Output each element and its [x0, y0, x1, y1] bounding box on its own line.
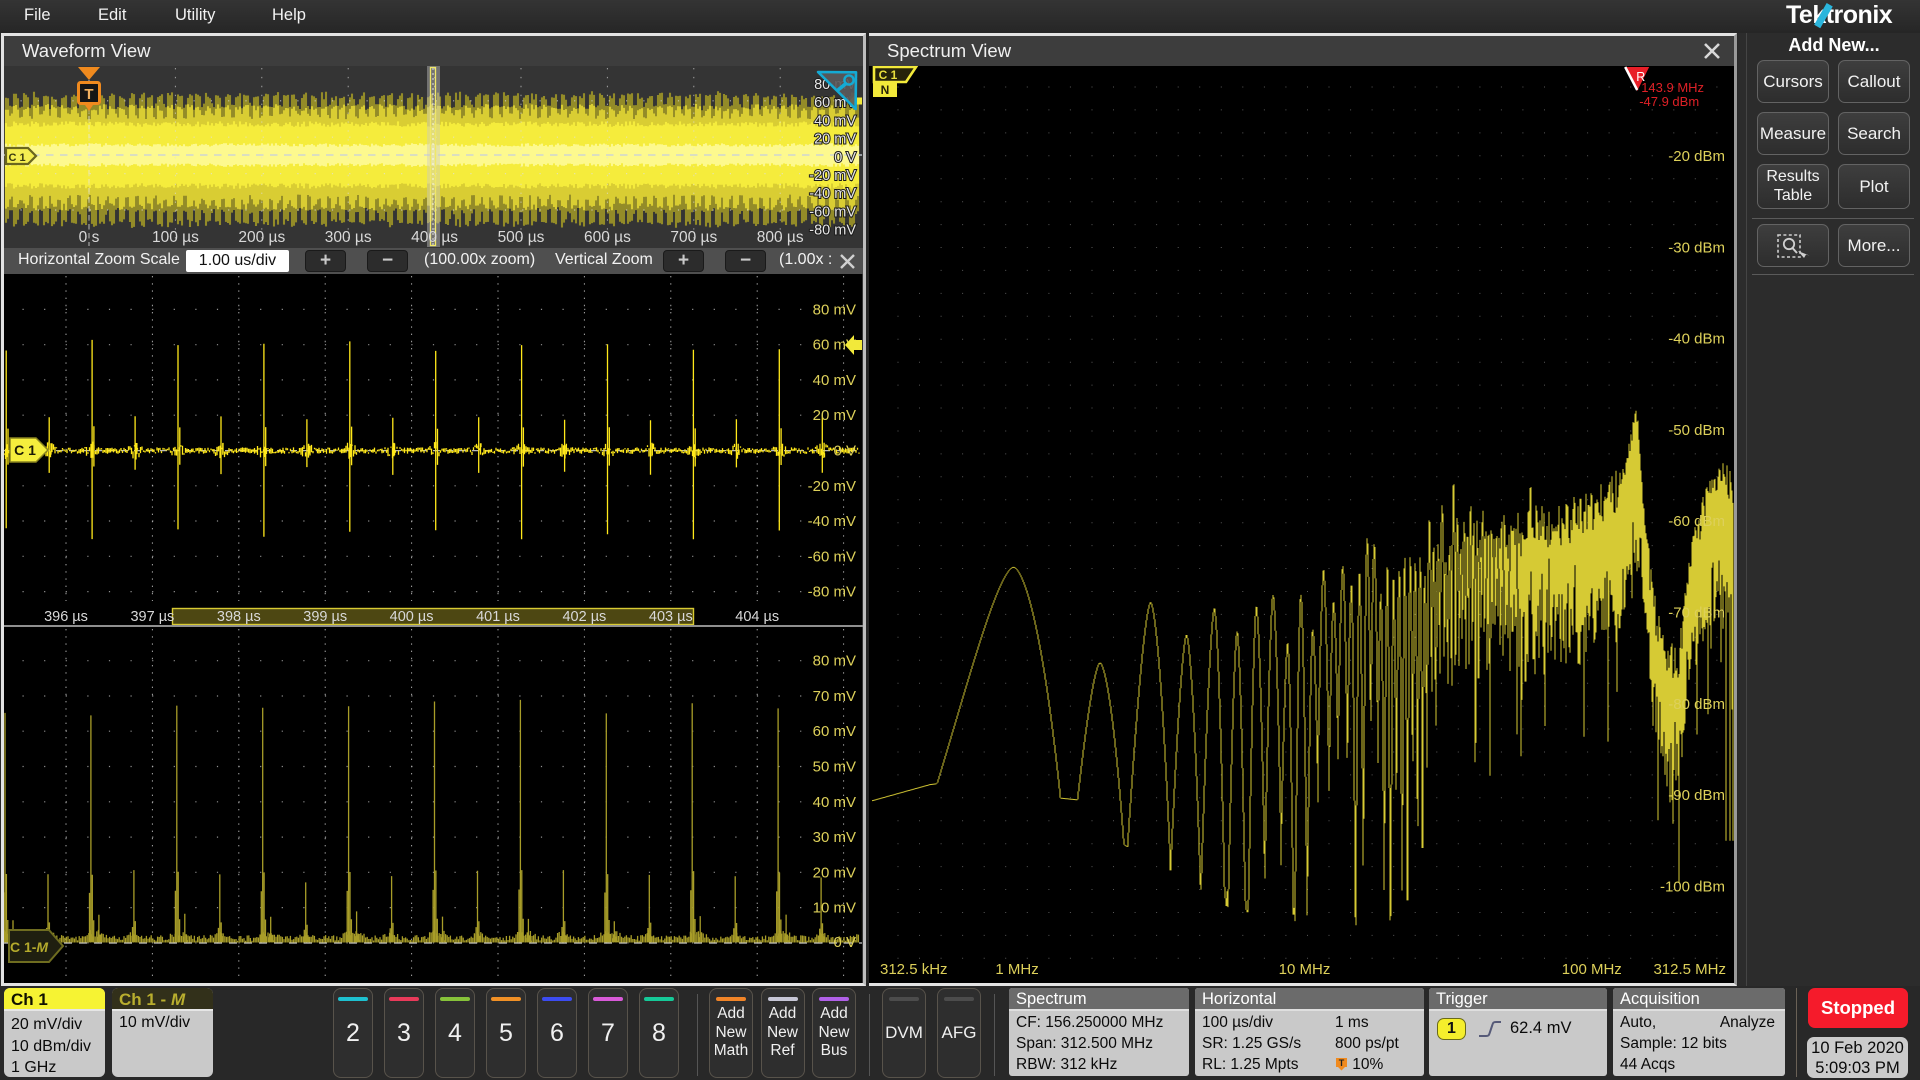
svg-text:40 mV: 40 mV: [813, 794, 856, 811]
svg-text:C 1: C 1: [14, 442, 36, 458]
svg-text:500 µs: 500 µs: [498, 229, 545, 246]
svg-text:402 µs: 402 µs: [562, 609, 606, 625]
svg-text:-70 dBm: -70 dBm: [1668, 605, 1725, 622]
svg-text:100 µs: 100 µs: [152, 229, 199, 246]
svg-text:20 mV: 20 mV: [813, 407, 856, 424]
svg-text:-80 mV: -80 mV: [808, 584, 856, 601]
svg-text:0 V: 0 V: [833, 934, 856, 951]
svg-text:-60 mV: -60 mV: [809, 204, 856, 220]
svg-text:C 1: C 1: [8, 152, 25, 164]
svg-text:-100 dBm: -100 dBm: [1660, 878, 1725, 895]
svg-text:-20 dBm: -20 dBm: [1668, 148, 1725, 165]
svg-text:-60 mV: -60 mV: [808, 548, 856, 565]
svg-text:700 µs: 700 µs: [670, 229, 717, 246]
svg-text:312.5 MHz: 312.5 MHz: [1653, 961, 1726, 978]
svg-text:20 mV: 20 mV: [813, 864, 856, 881]
svg-text:200 µs: 200 µs: [238, 229, 285, 246]
svg-text:312.5 kHz: 312.5 kHz: [880, 961, 948, 978]
svg-text:T: T: [84, 86, 93, 103]
svg-text:-20 mV: -20 mV: [809, 168, 856, 184]
svg-text:404 µs: 404 µs: [735, 609, 779, 625]
svg-text:398 µs: 398 µs: [217, 609, 261, 625]
svg-text:50 mV: 50 mV: [813, 759, 856, 776]
svg-text:10 MHz: 10 MHz: [1279, 961, 1331, 978]
svg-text:-40 dBm: -40 dBm: [1668, 331, 1725, 348]
svg-text:-47.9 dBm: -47.9 dBm: [1639, 94, 1699, 109]
svg-text:403 µs: 403 µs: [649, 609, 693, 625]
svg-text:-40 mV: -40 mV: [808, 513, 856, 530]
svg-text:0 V: 0 V: [834, 150, 856, 166]
svg-text:80 mV: 80 mV: [813, 653, 856, 670]
svg-text:10 mV: 10 mV: [813, 900, 856, 917]
svg-text:20 mV: 20 mV: [814, 132, 856, 148]
svg-text:40 mV: 40 mV: [814, 113, 856, 129]
svg-text:-40 mV: -40 mV: [809, 186, 856, 202]
svg-text:143.9 MHz: 143.9 MHz: [1641, 80, 1704, 95]
svg-text:600 µs: 600 µs: [584, 229, 631, 246]
svg-text:C 1-M: C 1-M: [10, 939, 48, 955]
svg-text:C 1: C 1: [879, 68, 898, 82]
svg-text:80 mV: 80 mV: [813, 301, 856, 318]
svg-text:-50 dBm: -50 dBm: [1668, 422, 1725, 439]
svg-text:-20 mV: -20 mV: [808, 478, 856, 495]
svg-text:40 mV: 40 mV: [813, 372, 856, 389]
svg-text:800 µs: 800 µs: [757, 229, 804, 246]
svg-text:401 µs: 401 µs: [476, 609, 520, 625]
svg-text:60 mV: 60 mV: [813, 723, 856, 740]
svg-text:30 mV: 30 mV: [813, 829, 856, 846]
svg-text:T: T: [1339, 1058, 1345, 1068]
svg-text:-60 dBm: -60 dBm: [1668, 513, 1725, 530]
svg-text:70 mV: 70 mV: [813, 688, 856, 705]
svg-text:1 MHz: 1 MHz: [995, 961, 1038, 978]
svg-text:397 µs: 397 µs: [130, 609, 174, 625]
svg-text:400 µs: 400 µs: [390, 609, 434, 625]
svg-text:0 V: 0 V: [833, 443, 856, 460]
svg-text:-80 mV: -80 mV: [809, 223, 856, 239]
svg-text:400 µs: 400 µs: [411, 229, 458, 246]
svg-text:300 µs: 300 µs: [325, 229, 372, 246]
svg-text:399 µs: 399 µs: [303, 609, 347, 625]
svg-text:-80 dBm: -80 dBm: [1668, 696, 1725, 713]
svg-text:-30 dBm: -30 dBm: [1668, 239, 1725, 256]
svg-text:0 s: 0 s: [79, 229, 100, 246]
svg-text:396 µs: 396 µs: [44, 609, 88, 625]
svg-text:-90 dBm: -90 dBm: [1668, 787, 1725, 804]
svg-text:100 MHz: 100 MHz: [1562, 961, 1622, 978]
svg-text:N: N: [881, 83, 890, 97]
